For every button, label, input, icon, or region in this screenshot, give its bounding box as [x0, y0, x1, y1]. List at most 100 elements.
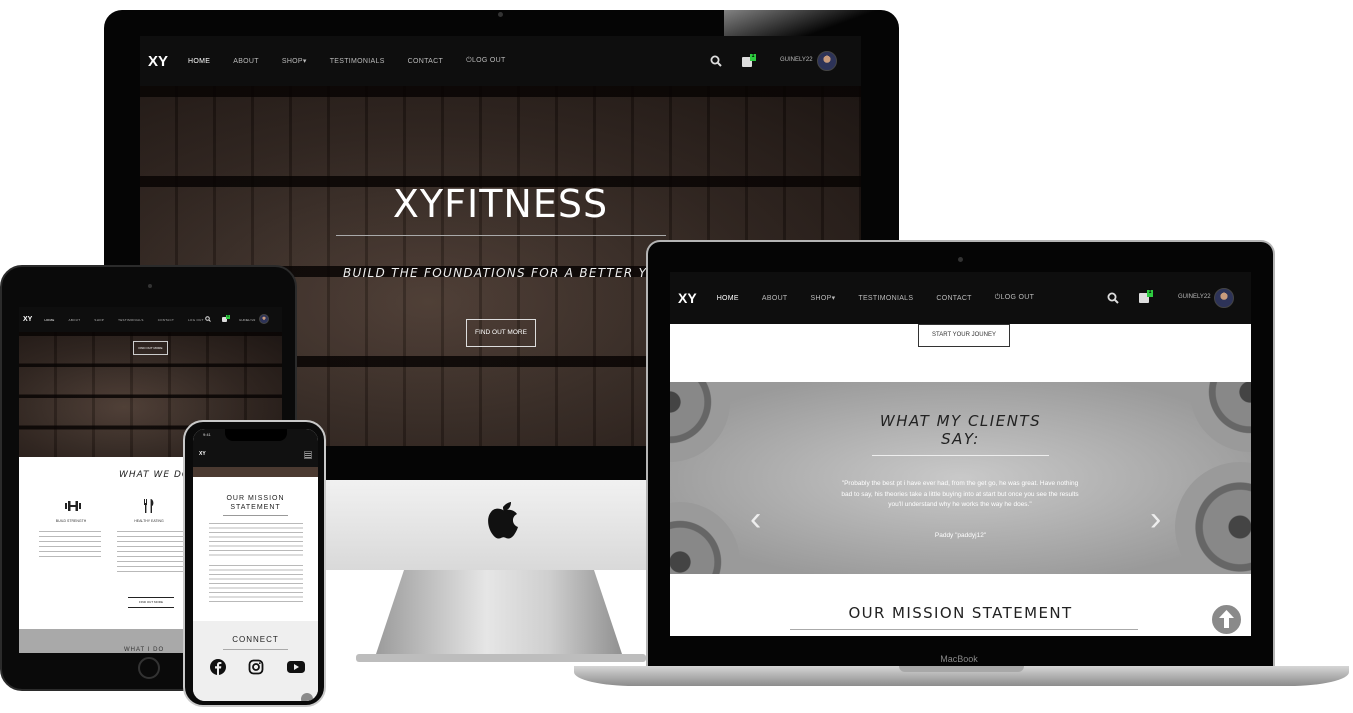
phone-mission-divider	[223, 515, 288, 516]
tablet-section-heading: WHAT WE DO	[119, 470, 190, 480]
avatar[interactable]	[817, 51, 837, 71]
site-logo[interactable]: XY	[23, 316, 32, 323]
feature-healthy-eating-title: HEALTHY EATING	[134, 519, 164, 523]
laptop-navbar: XY HOME ABOUT SHOP▾ TESTIMONIALS CONTACT…	[670, 272, 1251, 324]
testimonials-section: WHAT MY CLIENTS SAY: "Probably the best …	[670, 382, 1251, 574]
phone-mission-text-2	[209, 563, 303, 603]
phone-device: 9:41 XY OUR MISSION STATEMENT CONNECT	[183, 420, 326, 707]
carousel-next-button[interactable]: ›	[1150, 502, 1161, 536]
nav-testimonials[interactable]: TESTIMONIALS	[858, 295, 913, 302]
scroll-to-top-button[interactable]	[1210, 603, 1243, 636]
phone-screen: 9:41 XY OUR MISSION STATEMENT CONNECT	[193, 429, 318, 701]
facebook-icon[interactable]	[210, 659, 226, 675]
nav-logout[interactable]: ⏻LOG OUT	[995, 294, 1034, 302]
search-icon[interactable]	[710, 55, 722, 67]
nav-logout-label: LOG OUT	[1000, 294, 1035, 301]
tablet-home-button[interactable]	[138, 657, 160, 679]
site-logo[interactable]: XY	[148, 53, 168, 70]
cart-count-badge: 1	[750, 53, 756, 61]
username[interactable]: GUINELY22	[1178, 294, 1211, 300]
mission-divider	[790, 629, 1138, 630]
username[interactable]: GUINELY22	[239, 318, 255, 322]
apple-logo-icon	[483, 495, 523, 543]
phone-mission-text-1	[209, 521, 303, 557]
desktop-navbar: XY HOME ABOUT SHOP▾ TESTIMONIALS CONTACT…	[140, 36, 861, 86]
testimonial-quote: "Probably the best pt i have ever had, f…	[841, 480, 1079, 508]
laptop-device: MacBook XY HOME ABOUT SHOP▾ TESTIMONIALS…	[574, 240, 1349, 690]
phone-time: 9:41	[203, 432, 211, 437]
devices-mockup: { "site": { "logo": "XY", "nav": ["HOME"…	[0, 0, 1353, 713]
tablet-navbar: XY HOME ABOUT SHOP TESTIMONIALS CONTACT …	[19, 307, 282, 332]
nav-logout[interactable]: ⏻LOG OUT	[466, 57, 505, 65]
phone-status-bar: 9:41	[193, 429, 318, 443]
testimonials-divider	[872, 455, 1049, 456]
nav-home[interactable]: HOME	[717, 295, 739, 302]
site-logo[interactable]: XY	[199, 451, 206, 457]
nav-testimonials[interactable]: TESTIMONIALS	[118, 318, 144, 322]
username[interactable]: GUINELY22	[780, 57, 813, 63]
feature-build-strength-title: BUILD STRENGTH	[55, 519, 87, 523]
tablet-camera	[148, 284, 152, 288]
nav-shop[interactable]: SHOP	[94, 318, 104, 322]
youtube-icon[interactable]	[287, 660, 305, 674]
nav-logout-label: LOG OUT	[471, 57, 506, 64]
nav-shop[interactable]: SHOP▾	[811, 294, 836, 302]
shopping-bag-icon[interactable]: 1	[1139, 290, 1153, 303]
search-icon[interactable]	[1107, 292, 1119, 304]
nav-contact[interactable]: CONTACT	[158, 318, 174, 322]
hero-divider	[336, 235, 666, 236]
laptop-camera	[958, 257, 963, 262]
shopping-bag-icon[interactable]: 1	[742, 54, 756, 67]
imac-camera	[498, 12, 503, 17]
nav-about[interactable]: ABOUT	[233, 58, 259, 65]
site-logo[interactable]: XY	[678, 290, 697, 306]
tablet-find-out-more-button[interactable]: FIND OUT MORE	[128, 597, 174, 608]
laptop-screen: XY HOME ABOUT SHOP▾ TESTIMONIALS CONTACT…	[670, 272, 1251, 636]
dumbbell-icon	[65, 500, 81, 512]
nav-about[interactable]: ABOUT	[69, 318, 81, 322]
nav-contact[interactable]: CONTACT	[936, 295, 971, 302]
start-journey-button[interactable]: START YOUR JOUNEY	[918, 324, 1010, 347]
phone-hero-strip	[193, 467, 318, 477]
testimonials-heading-line1: WHAT MY CLIENTS	[879, 412, 1042, 430]
shopping-bag-icon[interactable]: 1	[222, 314, 230, 322]
mission-heading: OUR MISSION STATEMENT	[848, 604, 1073, 622]
chevron-left-icon: ‹	[750, 500, 762, 538]
nav-about[interactable]: ABOUT	[762, 295, 788, 302]
laptop-notch	[899, 666, 1024, 672]
carousel-prev-button[interactable]: ‹	[750, 502, 761, 536]
nav-shop-label: SHOP	[281, 58, 303, 65]
search-icon[interactable]	[205, 316, 211, 322]
avatar[interactable]	[259, 314, 269, 324]
menu-icon[interactable]	[304, 451, 312, 459]
find-out-more-button[interactable]: FIND OUT MORE	[466, 319, 536, 347]
chevron-down-icon: ▾	[831, 295, 836, 302]
phone-navbar: XY	[193, 443, 318, 467]
nav-testimonials[interactable]: TESTIMONIALS	[330, 58, 385, 65]
tablet-hero-button[interactable]: FIND OUT MORE	[133, 341, 168, 355]
nav-home[interactable]: HOME	[44, 318, 54, 322]
hero-title: XYFITNESS	[392, 182, 609, 226]
testimonials-heading-line2: SAY:	[941, 430, 980, 448]
nav-contact[interactable]: CONTACT	[408, 58, 443, 65]
nav-home[interactable]: HOME	[188, 58, 210, 65]
phone-connect-section: CONNECT	[193, 621, 318, 701]
connect-divider	[223, 649, 288, 650]
arrow-up-icon	[1219, 610, 1234, 628]
connect-heading: CONNECT	[232, 635, 279, 644]
instagram-icon[interactable]	[248, 659, 264, 675]
phone-mission-heading: OUR MISSION STATEMENT	[226, 495, 285, 511]
fork-knife-icon	[143, 499, 155, 513]
chevron-down-icon: ▾	[302, 58, 307, 65]
feature-healthy-eating-text	[117, 529, 183, 573]
laptop-brand-label: MacBook	[940, 654, 978, 664]
weight-plate-right-bottom	[1175, 462, 1251, 574]
cart-count-badge: 1	[1147, 289, 1153, 297]
nav-logout[interactable]: LOG OUT	[188, 318, 204, 322]
nav-shop[interactable]: SHOP▾	[282, 57, 307, 65]
feature-build-strength-text	[39, 529, 101, 561]
nav-shop-label: SHOP	[810, 295, 832, 302]
phone-scroll-to-top-button[interactable]	[301, 693, 313, 701]
avatar[interactable]	[1214, 288, 1234, 308]
cart-count-badge: 1	[226, 314, 230, 319]
